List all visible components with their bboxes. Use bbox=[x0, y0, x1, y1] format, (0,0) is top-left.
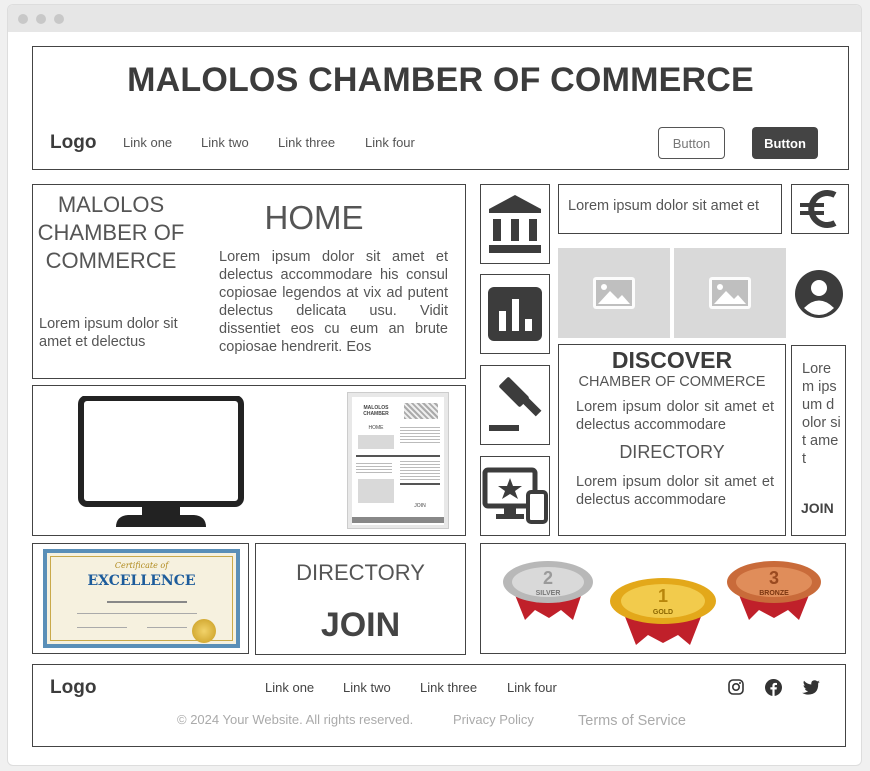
site-title: MALOLOS CHAMBER OF COMMERCE bbox=[127, 61, 754, 99]
narrow-join-link[interactable]: JOIN bbox=[801, 500, 834, 516]
lorem-box: Lorem ipsum dolor sit amet et bbox=[558, 184, 782, 234]
bar-chart-icon bbox=[488, 287, 542, 341]
window-dot bbox=[18, 14, 28, 24]
discover-text: Lorem ipsum dolor sit amet et delectus a… bbox=[576, 399, 774, 433]
footer-link-two[interactable]: Link two bbox=[343, 680, 391, 695]
image-placeholder bbox=[674, 248, 786, 338]
directory-heading: DIRECTORY bbox=[296, 560, 425, 585]
site-header: MALOLOS CHAMBER OF COMMERCE Logo Link on… bbox=[32, 46, 849, 170]
browser-chrome bbox=[8, 5, 861, 32]
discover-subtitle: CHAMBER OF COMMERCE bbox=[578, 374, 766, 390]
bronze-medal-label: BRONZE bbox=[759, 590, 789, 597]
gold-medal-number: 1 bbox=[658, 586, 668, 606]
directory-join-section: DIRECTORY JOIN bbox=[255, 543, 466, 655]
certificate-image: Certificate of EXCELLENCE bbox=[43, 549, 240, 648]
certificate-line bbox=[107, 601, 187, 603]
preview-divider bbox=[356, 455, 440, 457]
gold-medal-label: GOLD bbox=[653, 609, 673, 616]
gavel-icon-box bbox=[480, 365, 550, 445]
preview-title: MALOLOS CHAMBER bbox=[363, 405, 389, 417]
preview-text-lines bbox=[400, 459, 440, 481]
window-dot bbox=[54, 14, 64, 24]
preview-image-placeholder bbox=[358, 479, 394, 503]
certificate-signature-line bbox=[147, 627, 187, 628]
preview-text-lines bbox=[400, 425, 440, 443]
certificate-signature-line bbox=[77, 627, 127, 628]
devices-icon bbox=[482, 467, 548, 524]
silver-medal-icon: 2 SILVER bbox=[503, 561, 593, 620]
preview-footer bbox=[352, 517, 444, 523]
hero-section: MALOLOS CHAMBER OF COMMERCE Lorem ipsum … bbox=[32, 184, 466, 379]
euro-icon bbox=[800, 190, 837, 228]
directory-subheading: DIRECTORY bbox=[619, 442, 725, 462]
facebook-icon[interactable] bbox=[765, 679, 782, 696]
narrow-text: Lorem ipsum dolor sit amet bbox=[802, 361, 841, 467]
join-link[interactable]: JOIN bbox=[256, 606, 465, 645]
preview-text-lines bbox=[356, 461, 392, 473]
bronze-medal-number: 3 bbox=[769, 568, 779, 588]
euro-icon-box bbox=[791, 184, 849, 234]
gold-medal-icon: 1 GOLD bbox=[610, 578, 716, 645]
image-placeholder bbox=[558, 248, 670, 338]
hero-side-title: MALOLOS CHAMBER OF COMMERCE bbox=[37, 192, 185, 273]
certificate-line bbox=[77, 613, 197, 614]
medals-section: 2 SILVER 1 GOLD 3 BRONZE bbox=[480, 543, 846, 654]
silver-medal-label: SILVER bbox=[536, 590, 561, 597]
monitor-icon bbox=[78, 396, 244, 527]
twitter-icon[interactable] bbox=[802, 680, 820, 695]
preview-divider bbox=[400, 483, 440, 485]
site-preview-thumbnail: MALOLOS CHAMBER HOME JOIN bbox=[347, 392, 449, 529]
bronze-medal-icon: 3 BRONZE bbox=[727, 561, 821, 620]
footer-terms-link[interactable]: Terms of Service bbox=[578, 713, 686, 729]
image-icon bbox=[593, 277, 635, 309]
discover-title: DISCOVER bbox=[611, 347, 733, 373]
discover-section: DISCOVER CHAMBER OF COMMERCE Lorem ipsum… bbox=[558, 344, 786, 536]
narrow-column: Lorem ipsum dolor sit amet JOIN bbox=[791, 345, 846, 536]
silver-medal-number: 2 bbox=[543, 568, 553, 588]
header-button-outline[interactable]: Button bbox=[658, 127, 725, 159]
preview-building-image bbox=[404, 403, 438, 419]
directory-text: Lorem ipsum dolor sit amet et delectus a… bbox=[576, 474, 774, 508]
preview-page: MALOLOS CHAMBER HOME JOIN bbox=[352, 397, 444, 525]
bank-icon bbox=[489, 195, 541, 253]
instagram-icon[interactable] bbox=[728, 679, 744, 695]
certificate-title: EXCELLENCE bbox=[87, 573, 196, 589]
footer-copyright: © 2024 Your Website. All rights reserved… bbox=[177, 712, 414, 727]
preview-home: HOME bbox=[368, 425, 384, 431]
header-button-solid[interactable]: Button bbox=[752, 127, 818, 159]
footer-link-three[interactable]: Link three bbox=[420, 680, 477, 695]
site-footer: Logo Link one Link two Link three Link f… bbox=[32, 664, 846, 747]
certificate-section: Certificate of EXCELLENCE bbox=[32, 543, 249, 654]
header-logo[interactable]: Logo bbox=[50, 132, 96, 154]
user-icon[interactable] bbox=[794, 269, 844, 319]
home-title: HOME bbox=[264, 199, 364, 236]
image-icon bbox=[709, 277, 751, 309]
chart-icon-box bbox=[480, 274, 550, 354]
window-dot bbox=[36, 14, 46, 24]
devices-icon-box bbox=[480, 456, 550, 536]
nav-link-four[interactable]: Link four bbox=[365, 135, 415, 150]
nav-link-three[interactable]: Link three bbox=[278, 135, 335, 150]
footer-logo[interactable]: Logo bbox=[50, 677, 96, 699]
certificate-heading: Certificate of bbox=[114, 561, 169, 570]
nav-link-one[interactable]: Link one bbox=[123, 135, 172, 150]
preview-image-placeholder bbox=[358, 435, 394, 449]
footer-privacy-link[interactable]: Privacy Policy bbox=[453, 712, 534, 727]
home-text: Lorem ipsum dolor sit amet et delectus a… bbox=[219, 249, 448, 355]
footer-link-four[interactable]: Link four bbox=[507, 680, 557, 695]
bank-icon-box bbox=[480, 184, 550, 264]
certificate-seal bbox=[192, 619, 216, 643]
nav-link-two[interactable]: Link two bbox=[201, 135, 249, 150]
gavel-icon bbox=[489, 377, 542, 431]
hero-side-text: Lorem ipsum dolor sit amet et delectus bbox=[39, 316, 178, 350]
showcase-section: MALOLOS CHAMBER HOME JOIN bbox=[32, 385, 466, 536]
preview-join: JOIN bbox=[414, 503, 426, 509]
lorem-short-text: Lorem ipsum dolor sit amet et bbox=[568, 198, 759, 214]
footer-link-one[interactable]: Link one bbox=[265, 680, 314, 695]
